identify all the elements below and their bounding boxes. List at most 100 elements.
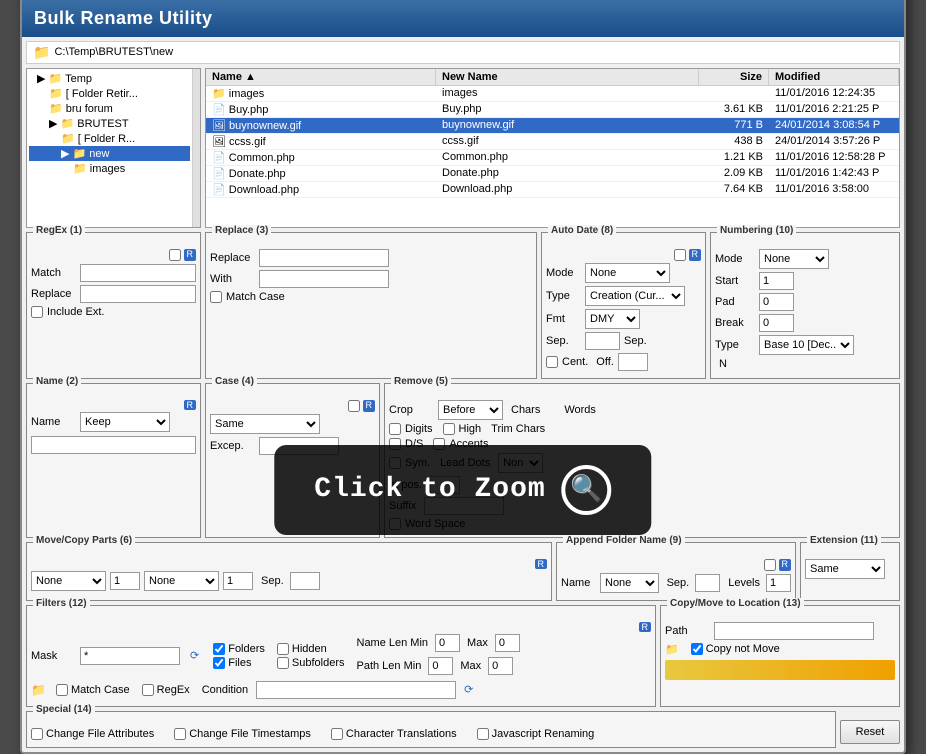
remove-non-select[interactable]: Non — [498, 453, 543, 473]
moveparts-select2[interactable]: None — [144, 571, 219, 591]
tree-item[interactable]: ▶ 📁 Temp — [29, 71, 190, 86]
col-header-newname[interactable]: New Name — [436, 69, 699, 85]
moveparts-r-badge[interactable]: R — [535, 559, 548, 569]
filters-files-checkbox[interactable] — [213, 657, 225, 669]
filters-hidden-checkbox[interactable] — [277, 643, 289, 655]
numbering-break-input[interactable] — [759, 314, 794, 332]
name-text-input[interactable] — [31, 436, 196, 454]
special-fileattr-checkbox[interactable] — [31, 728, 43, 740]
filters-mask-input[interactable] — [80, 647, 180, 665]
extension-select[interactable]: Same — [805, 559, 885, 579]
special-javascript-checkbox[interactable] — [477, 728, 489, 740]
copymove-checkbox[interactable] — [691, 643, 703, 655]
remove-digits-checkbox[interactable] — [389, 423, 401, 435]
numbering-type-select[interactable]: Base 10 [Dec... — [759, 335, 854, 355]
case-r-badge[interactable]: R — [363, 400, 376, 412]
appendfolder-levels-input[interactable] — [766, 574, 791, 592]
filters-folder-icon[interactable]: 📁 — [31, 683, 46, 697]
numbering-roman-label: N — [719, 358, 727, 370]
table-row[interactable]: 📄 Donate.php Donate.php 2.09 KB 11/01/20… — [206, 166, 899, 182]
remove-suffix-input[interactable] — [424, 497, 504, 515]
name-r-badge[interactable]: R — [184, 400, 197, 410]
filters-refresh-icon[interactable]: ⟳ — [190, 649, 199, 662]
tree-item[interactable]: 📁 images — [29, 161, 190, 176]
autodate-mode-select[interactable]: None — [585, 263, 670, 283]
tree-item[interactable]: 📁 [ Folder R... — [29, 131, 190, 146]
tree-scrollbar[interactable] — [192, 69, 200, 227]
remove-high-checkbox[interactable] — [443, 423, 455, 435]
copymove-folder-icon[interactable]: 📁 — [665, 643, 679, 656]
case-excep-input[interactable] — [259, 437, 339, 455]
moveparts-sep-input[interactable] — [290, 572, 320, 590]
filters-pathlen-min[interactable] — [428, 657, 453, 675]
col-header-modified[interactable]: Modified — [769, 69, 899, 85]
path-bar: 📁 C:\Temp\BRUTEST\new — [26, 41, 900, 64]
case-checkbox[interactable] — [348, 400, 360, 412]
filters-matchcase-label: Match Case — [56, 684, 130, 696]
name-name-select[interactable]: Keep — [80, 412, 170, 432]
autodate-cent-checkbox[interactable] — [546, 356, 558, 368]
with-input[interactable] — [259, 270, 389, 288]
filters-condition-refresh[interactable]: ⟳ — [464, 683, 473, 696]
moveparts-num2[interactable] — [223, 572, 253, 590]
filters-condition-input[interactable] — [256, 681, 456, 699]
autodate-off-input[interactable] — [618, 353, 648, 371]
table-row[interactable]: 📄 Common.php Common.php 1.21 KB 11/01/20… — [206, 150, 899, 166]
tree-item[interactable]: 📁 bru forum — [29, 101, 190, 116]
moveparts-panel-title: Move/Copy Parts (6) — [33, 535, 135, 546]
special-chartrans-label: Character Translations — [331, 728, 457, 740]
replace-input[interactable] — [259, 249, 389, 267]
copymove-path-input[interactable] — [714, 622, 874, 640]
filters-subfolders-checkbox[interactable] — [277, 657, 289, 669]
remove-atpos-input[interactable] — [430, 476, 460, 494]
special-timestamps-label: Change File Timestamps — [174, 728, 311, 740]
case-select[interactable]: Same — [210, 414, 320, 434]
remove-crop-select[interactable]: Before — [438, 400, 503, 420]
table-row[interactable]: 📄 Buy.php Buy.php 3.61 KB 11/01/2016 2:2… — [206, 102, 899, 118]
table-row[interactable]: 📄 Download.php Download.php 7.64 KB 11/0… — [206, 182, 899, 198]
col-header-name[interactable]: Name ▲ — [206, 69, 436, 85]
filters-namelen-min[interactable] — [435, 634, 460, 652]
remove-wordspace-checkbox[interactable] — [389, 518, 401, 530]
regex-includeext-checkbox[interactable] — [31, 306, 43, 318]
filters-matchcase-checkbox[interactable] — [56, 684, 68, 696]
regex-match-input[interactable] — [80, 264, 196, 282]
reset-button[interactable]: Reset — [840, 720, 900, 744]
autodate-fmt-select[interactable]: DMY — [585, 309, 640, 329]
table-row[interactable]: 📁 images images 11/01/2016 12:24:35 — [206, 86, 899, 102]
autodate-checkbox[interactable] — [674, 249, 686, 261]
tree-item[interactable]: 📁 [ Folder Retir... — [29, 86, 190, 101]
numbering-mode-select[interactable]: None — [759, 249, 829, 269]
replace-matchcase-checkbox[interactable] — [210, 291, 222, 303]
remove-accents-checkbox[interactable] — [433, 438, 445, 450]
remove-sym-checkbox[interactable] — [389, 457, 401, 469]
tree-item-new[interactable]: ▶ 📁 new — [29, 146, 190, 161]
appendfolder-name-select[interactable]: None — [600, 573, 659, 593]
regex-checkbox[interactable] — [169, 249, 181, 261]
filters-r-badge[interactable]: R — [639, 622, 652, 632]
special-chartrans-checkbox[interactable] — [331, 728, 343, 740]
regex-r-badge[interactable]: R — [184, 249, 197, 261]
appendfolder-sep-input[interactable] — [695, 574, 720, 592]
filters-regex-checkbox[interactable] — [142, 684, 154, 696]
autodate-seg-label: Sep. — [624, 335, 647, 347]
remove-ds-checkbox[interactable] — [389, 438, 401, 450]
filters-folders-checkbox[interactable] — [213, 643, 225, 655]
table-row-selected[interactable]: 🖼 buynownew.gif buynownew.gif 771 B 24/0… — [206, 118, 899, 134]
moveparts-select1[interactable]: None — [31, 571, 106, 591]
filters-pathlen-max[interactable] — [488, 657, 513, 675]
autodate-r-badge[interactable]: R — [689, 249, 702, 261]
filters-namelen-max[interactable] — [495, 634, 520, 652]
appendfolder-r-badge[interactable]: R — [779, 559, 792, 571]
numbering-start-input[interactable] — [759, 272, 794, 290]
table-row[interactable]: 🖼 ccss.gif ccss.gif 438 B 24/01/2014 3:5… — [206, 134, 899, 150]
tree-item[interactable]: ▶ 📁 BRUTEST — [29, 116, 190, 131]
appendfolder-checkbox[interactable] — [764, 559, 776, 571]
numbering-pad-input[interactable] — [759, 293, 794, 311]
autodate-type-select[interactable]: Creation (Cur... — [585, 286, 685, 306]
autodate-sep-input[interactable] — [585, 332, 620, 350]
special-timestamps-checkbox[interactable] — [174, 728, 186, 740]
regex-replace-input[interactable] — [80, 285, 196, 303]
moveparts-num1[interactable] — [110, 572, 140, 590]
col-header-size[interactable]: Size — [699, 69, 769, 85]
